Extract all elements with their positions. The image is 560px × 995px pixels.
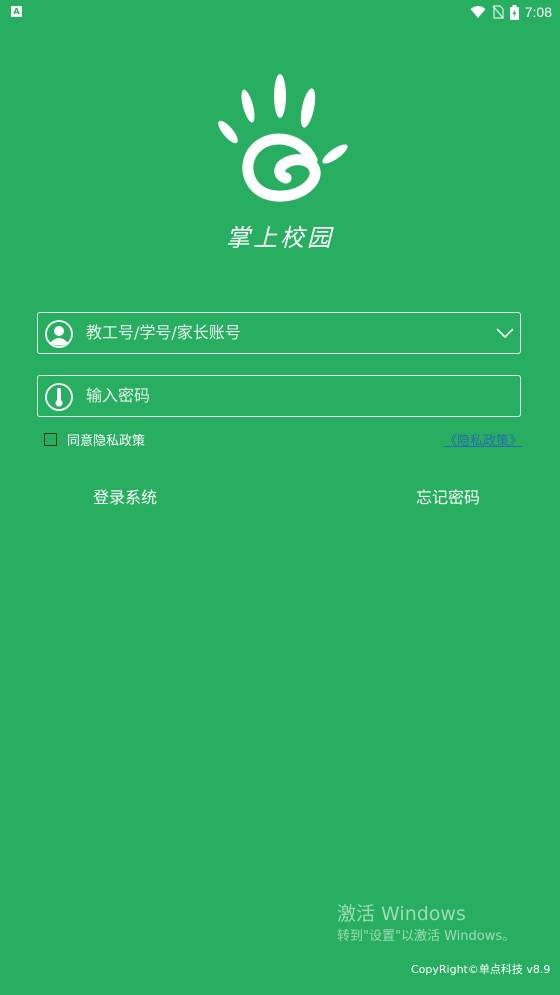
agree-checkbox[interactable] [44, 432, 57, 446]
app-notification-icon: A [11, 6, 22, 17]
watermark-subtitle: 转到"设置"以激活 Windows。 [337, 929, 516, 944]
agree-label: 同意隐私政策 [67, 433, 146, 449]
app-title: 掌上校园 [226, 224, 334, 252]
chevron-down-icon[interactable] [496, 324, 514, 342]
account-input[interactable] [86, 313, 466, 353]
privacy-agreement[interactable]: 同意隐私政策 [44, 430, 146, 449]
watermark-title: 激活 Windows [337, 903, 466, 925]
battery-charging-icon [509, 4, 519, 20]
account-field[interactable] [37, 312, 521, 354]
status-bar: A 7:08 [0, 0, 560, 24]
windows-activation-watermark: 激活 Windows 转到"设置"以激活 Windows。 [337, 902, 515, 947]
forgot-password-button[interactable]: 忘记密码 [416, 484, 480, 508]
user-icon [45, 320, 73, 348]
password-field[interactable] [37, 375, 521, 417]
lock-icon [45, 383, 73, 411]
no-sim-icon [492, 5, 504, 19]
hand-logo-icon [218, 74, 348, 202]
copyright-text: CopyRight©单点科技 v8.9 [411, 963, 551, 976]
app-logo: 掌上校园 [200, 70, 360, 260]
privacy-policy-link[interactable]: 《隐私政策》 [444, 430, 522, 449]
status-indicators: 7:08 [470, 2, 552, 22]
login-button[interactable]: 登录系统 [93, 484, 157, 508]
wifi-icon [470, 6, 486, 18]
status-time: 7:08 [524, 4, 552, 20]
password-input[interactable] [86, 376, 466, 416]
